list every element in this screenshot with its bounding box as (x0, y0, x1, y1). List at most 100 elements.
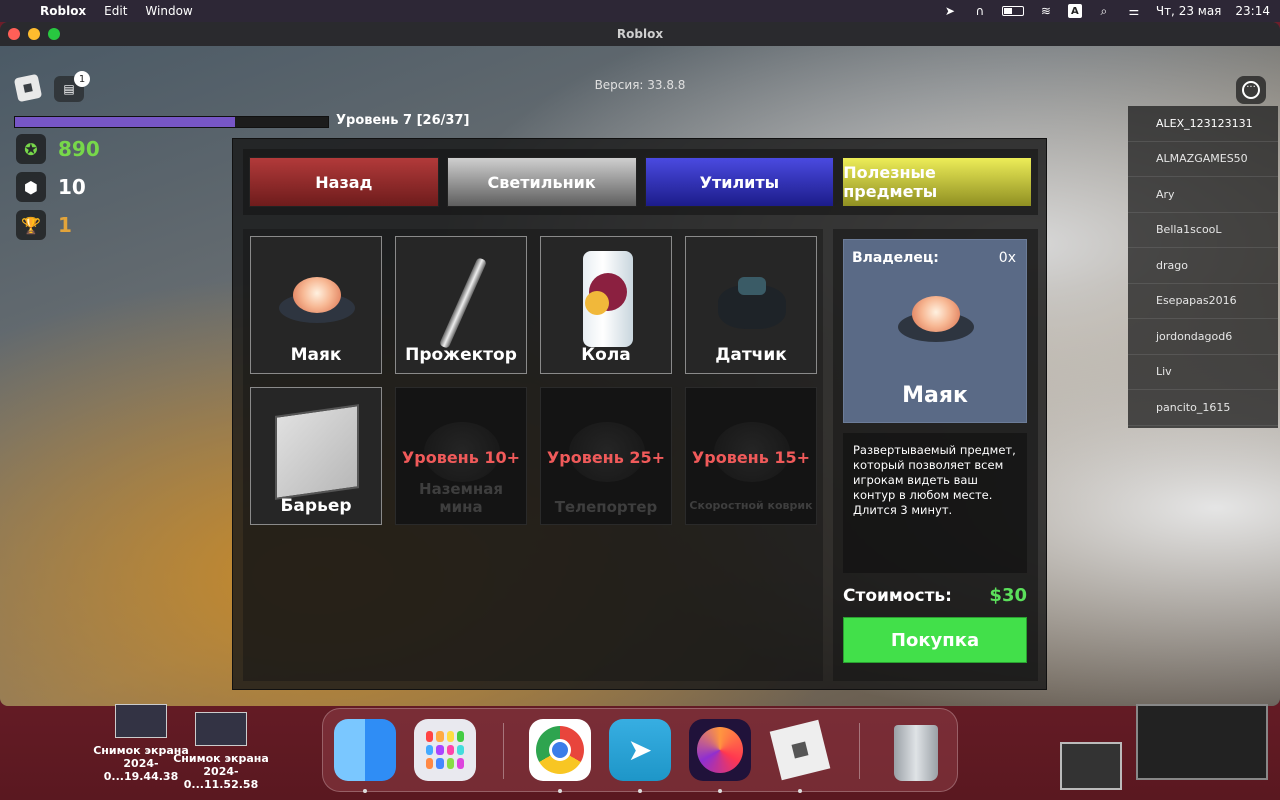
item-barrier[interactable]: Барьер (250, 387, 382, 525)
beacon-preview-icon (898, 296, 974, 344)
item-speed-pad-locked[interactable]: Уровень 15+ Скоростной коврик (685, 387, 817, 525)
window-titlebar[interactable]: Roblox (0, 22, 1280, 46)
more-icon: ··· (1242, 81, 1260, 99)
level-requirement: Уровень 25+ (546, 448, 666, 467)
trophies-stat: 🏆 1 (16, 210, 72, 240)
player-row[interactable]: pancito_1615 (1128, 390, 1278, 426)
cubes-icon: ⬢ (16, 172, 46, 202)
running-indicator (718, 789, 722, 793)
item-teleporter-locked[interactable]: Уровень 25+ Телепортер (540, 387, 672, 525)
minimize-window-button[interactable] (28, 28, 40, 40)
item-spotlight[interactable]: Прожектор (395, 236, 527, 374)
desktop-screenshot-thumbnail[interactable] (1060, 742, 1122, 790)
coins-value: 890 (58, 137, 100, 161)
menu-edit[interactable]: Edit (104, 4, 127, 18)
spotlight-search-icon[interactable]: ⌕ (1096, 4, 1112, 18)
roblox-icon[interactable] (769, 719, 831, 781)
item-label: Наземная мина (419, 480, 503, 516)
player-row[interactable]: ALEX_123123131 (1128, 106, 1278, 142)
input-source-icon[interactable]: A (1067, 4, 1082, 18)
close-window-button[interactable] (8, 28, 20, 40)
item-label: Маяк (290, 345, 342, 365)
finder-icon[interactable] (334, 719, 396, 781)
cost-row: Стоимость: $30 (843, 585, 1027, 606)
chat-button[interactable]: ▤ 1 (54, 71, 90, 102)
shop-tabs: Назад Светильник Утилиты Полезные предме… (243, 149, 1038, 215)
preview-item-name: Маяк (902, 383, 968, 408)
item-grid: Маяк Прожектор Кола Датчик Барьер Уровен… (243, 229, 823, 681)
menu-window[interactable]: Window (145, 4, 192, 18)
desktop-file[interactable]: Снимок экрана 2024-0...11.52.58 (168, 712, 274, 791)
barrier-icon (275, 404, 359, 500)
player-row[interactable]: jordondagod6 (1128, 319, 1278, 355)
item-sensor[interactable]: Датчик (685, 236, 817, 374)
game-viewport[interactable]: ▤ 1 Версия: 33.8.8 ··· Уровень 7 [26/37]… (0, 46, 1280, 706)
menubar-date[interactable]: Чт, 23 мая (1156, 4, 1222, 18)
running-indicator (798, 789, 802, 793)
dock: ➤ (322, 708, 958, 793)
trash-icon[interactable] (885, 719, 947, 781)
player-row[interactable]: ALMAZGAMES50 (1128, 142, 1278, 177)
file-thumbnail (195, 712, 247, 746)
more-options-button[interactable]: ··· (1236, 76, 1266, 104)
running-indicator (638, 789, 642, 793)
cubes-value: 10 (58, 175, 86, 199)
item-beacon[interactable]: Маяк (250, 236, 382, 374)
item-landmine-locked[interactable]: Уровень 10+ Наземная мина (395, 387, 527, 525)
item-description: Развертываемый предмет, который позволяе… (843, 433, 1027, 573)
buy-button[interactable]: Покупка (843, 617, 1027, 663)
version-label: Версия: 33.8.8 (594, 78, 686, 92)
item-preview: Владелец: 0x Маяк (843, 239, 1027, 423)
wifi-icon[interactable]: ≋ (1038, 4, 1054, 18)
roblox-menu-icon[interactable] (13, 73, 43, 103)
battery-icon[interactable] (1001, 6, 1024, 16)
dock-separator (859, 723, 860, 779)
tab-useful-items[interactable]: Полезные предметы (842, 157, 1032, 207)
item-cola[interactable]: Кола (540, 236, 672, 374)
spotlight-icon (438, 257, 488, 349)
cost-label: Стоимость: (843, 585, 952, 606)
firefox-icon[interactable] (689, 719, 751, 781)
player-list: ALEX_123123131 ALMAZGAMES50 Ary Bella1sc… (1128, 106, 1278, 428)
tab-lights[interactable]: Светильник (446, 157, 637, 207)
control-center-icon[interactable]: ⚌ (1126, 4, 1142, 18)
level-requirement: Уровень 15+ (691, 448, 811, 467)
tab-back[interactable]: Назад (249, 157, 439, 207)
file-name: Снимок экрана (173, 752, 269, 765)
roblox-window: Roblox ▤ 1 Версия: 33.8.8 ··· Уровень 7 … (0, 22, 1280, 706)
running-indicator (558, 789, 562, 793)
player-row[interactable]: Bella1scooL (1128, 213, 1278, 248)
location-icon[interactable]: ➤ (942, 4, 958, 18)
player-row[interactable]: Liv (1128, 355, 1278, 390)
headphones-icon[interactable]: ∩ (972, 4, 988, 18)
level-progress-fill (15, 117, 236, 127)
item-label: Скоростной коврик (689, 499, 813, 512)
item-detail-panel: Владелец: 0x Маяк Развертываемый предмет… (833, 229, 1038, 681)
menu-bar: Roblox Edit Window ➤ ∩ ≋ A ⌕ ⚌ Чт, 23 ма… (0, 0, 1280, 22)
player-row[interactable]: Ary (1128, 177, 1278, 213)
cost-value: $30 (989, 585, 1027, 606)
item-label: Кола (581, 345, 631, 365)
tab-utilities[interactable]: Утилиты (644, 157, 835, 207)
owner-count: 0x (998, 250, 1016, 266)
chrome-icon[interactable] (529, 719, 591, 781)
running-indicator (363, 789, 367, 793)
item-label: Датчик (715, 345, 787, 365)
menubar-time[interactable]: 23:14 (1235, 4, 1270, 18)
menu-app-name[interactable]: Roblox (40, 4, 86, 18)
screenshot-preview-thumbnail[interactable] (1136, 704, 1268, 780)
trophy-icon: 🏆 (16, 210, 46, 240)
dock-separator (503, 723, 504, 779)
coins-stat: ✪ 890 (16, 134, 100, 164)
owner-label: Владелец: (852, 250, 939, 266)
file-thumbnail (115, 704, 167, 738)
level-label: Уровень 7 [26/37] (336, 113, 470, 128)
launchpad-icon[interactable] (414, 719, 476, 781)
telegram-icon[interactable]: ➤ (609, 719, 671, 781)
fullscreen-window-button[interactable] (48, 28, 60, 40)
shop-panel: Назад Светильник Утилиты Полезные предме… (232, 138, 1047, 690)
window-title: Roblox (616, 27, 664, 41)
player-row[interactable]: drago (1128, 248, 1278, 284)
player-row[interactable]: Esepapas2016 (1128, 284, 1278, 319)
sensor-icon (718, 277, 786, 329)
